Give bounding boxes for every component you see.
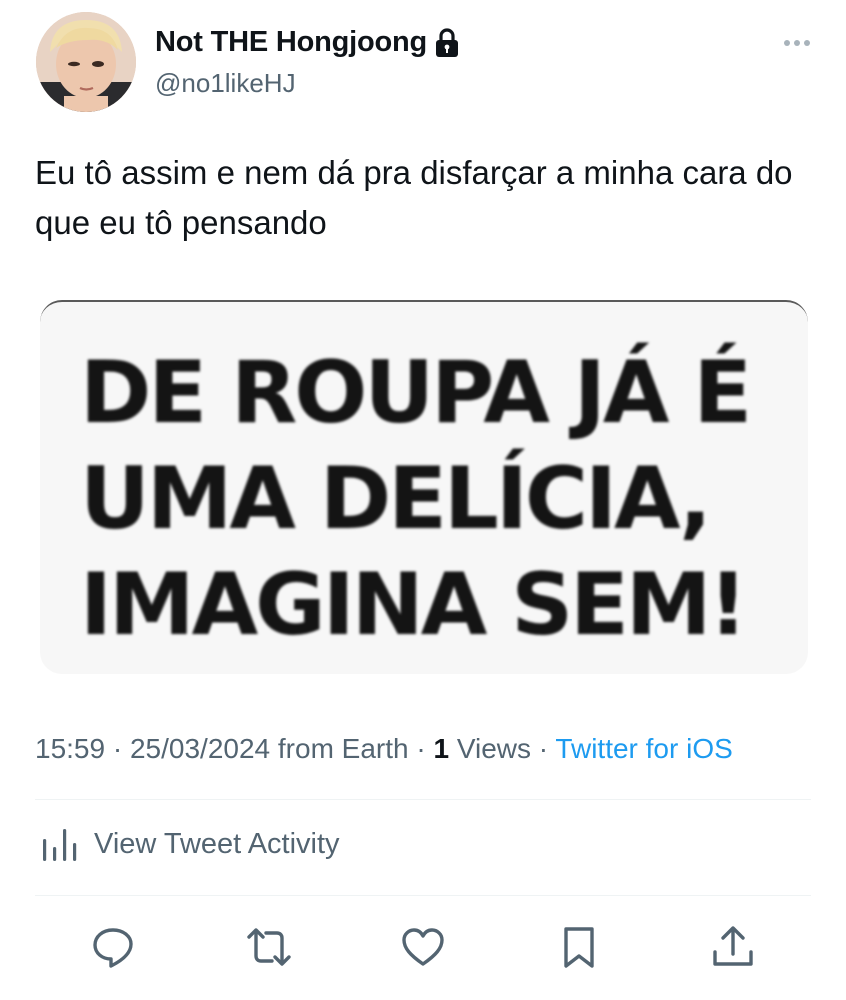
author-display-name[interactable]: Not THE Hongjoong <box>155 26 427 59</box>
heart-icon[interactable] <box>400 924 446 970</box>
author-display-name-row[interactable]: Not THE Hongjoong <box>155 26 459 59</box>
tweet-media-image[interactable]: DE ROUPA JÁ É UMA DELÍCIA, IMAGINA SEM! <box>40 300 808 674</box>
views-label: Views <box>449 733 532 764</box>
tweet-text: Eu tô assim e nem dá pra disfarçar a min… <box>35 154 793 241</box>
tweet-date[interactable]: 25/03/2024 <box>130 733 270 764</box>
avatar-image <box>36 12 136 112</box>
bar-chart-icon <box>43 829 77 861</box>
meme-line-2: UMA DELÍCIA, <box>80 449 712 549</box>
more-options-icon[interactable] <box>782 36 812 50</box>
meme-line-3: IMAGINA SEM! <box>80 555 748 655</box>
author-handle[interactable]: @no1likeHJ <box>155 68 296 99</box>
retweet-icon[interactable] <box>246 924 292 970</box>
meta-separator: · <box>408 733 434 764</box>
tweet-location: from Earth <box>270 733 409 764</box>
divider <box>35 799 811 800</box>
source-link[interactable]: Twitter for iOS <box>555 733 732 764</box>
reply-icon[interactable] <box>90 924 136 970</box>
tweet-action-bar <box>0 920 846 980</box>
meme-caption: DE ROUPA JÁ É UMA DELÍCIA, IMAGINA SEM! <box>80 340 768 658</box>
tweet-time[interactable]: 15:59 <box>35 733 105 764</box>
meta-separator: · <box>531 733 556 764</box>
share-icon[interactable] <box>710 924 756 970</box>
bookmark-icon[interactable] <box>556 924 602 970</box>
divider <box>35 895 811 896</box>
avatar[interactable] <box>36 12 136 112</box>
meme-line-1: DE ROUPA JÁ É <box>80 343 752 443</box>
tweet-meta: 15:59 · 25/03/2024 from Earth · 1 Views … <box>35 733 733 765</box>
view-tweet-activity-button[interactable]: View Tweet Activity <box>40 827 340 861</box>
view-tweet-activity-label: View Tweet Activity <box>94 827 340 860</box>
meta-separator: · <box>105 733 130 764</box>
views-count: 1 <box>433 733 450 764</box>
lock-icon <box>435 27 459 58</box>
